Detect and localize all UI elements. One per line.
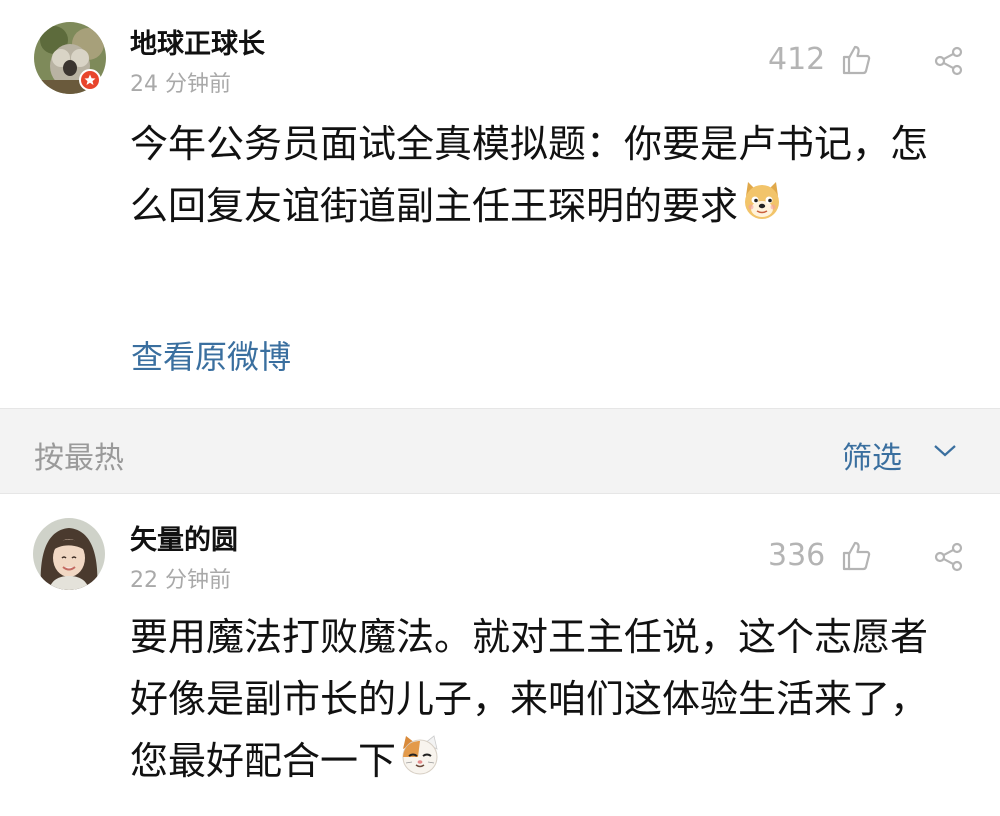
star-badge-icon [79, 69, 101, 91]
post-like-count[interactable]: 412 [768, 42, 825, 77]
post-timestamp: 24 分钟前 [130, 72, 231, 97]
comment-author-name[interactable]: 矢量的圆 [130, 518, 238, 557]
comment-like-count[interactable]: 336 [768, 538, 825, 573]
doge-emoji-icon [740, 178, 784, 240]
thumb-up-icon[interactable] [840, 44, 872, 80]
comment-timestamp: 22 分钟前 [130, 568, 231, 593]
sort-bar: 按最热 筛选 [0, 408, 1000, 494]
chevron-down-icon[interactable] [932, 443, 958, 463]
view-original-link[interactable]: 查看原微博 [131, 332, 291, 378]
comment-author-avatar[interactable] [33, 518, 105, 590]
comment-content-text: 要用魔法打败魔法。就对王主任说，这个志愿者好像是副市长的儿子，来咱们这体验生活来… [130, 615, 929, 783]
share-icon[interactable] [933, 541, 965, 577]
post-content-text: 今年公务员面试全真模拟题：你要是卢书记，怎么回复友谊街道副主任王琛明的要求 [130, 122, 929, 228]
filter-button[interactable]: 筛选 [842, 433, 902, 477]
cat-emoji-icon [398, 733, 442, 795]
thumb-up-icon[interactable] [840, 540, 872, 576]
comment-content: 要用魔法打败魔法。就对王主任说，这个志愿者好像是副市长的儿子，来咱们这体验生活来… [130, 606, 960, 795]
post-author-name[interactable]: 地球正球长 [130, 22, 265, 61]
share-icon[interactable] [933, 45, 965, 81]
post-card: 地球正球长 24 分钟前 412 今年公务员面试全真模拟题：你要是卢书记，怎么回… [0, 0, 1000, 408]
sort-hot-label[interactable]: 按最热 [34, 433, 124, 477]
post-content: 今年公务员面试全真模拟题：你要是卢书记，怎么回复友谊街道副主任王琛明的要求 [130, 113, 960, 240]
